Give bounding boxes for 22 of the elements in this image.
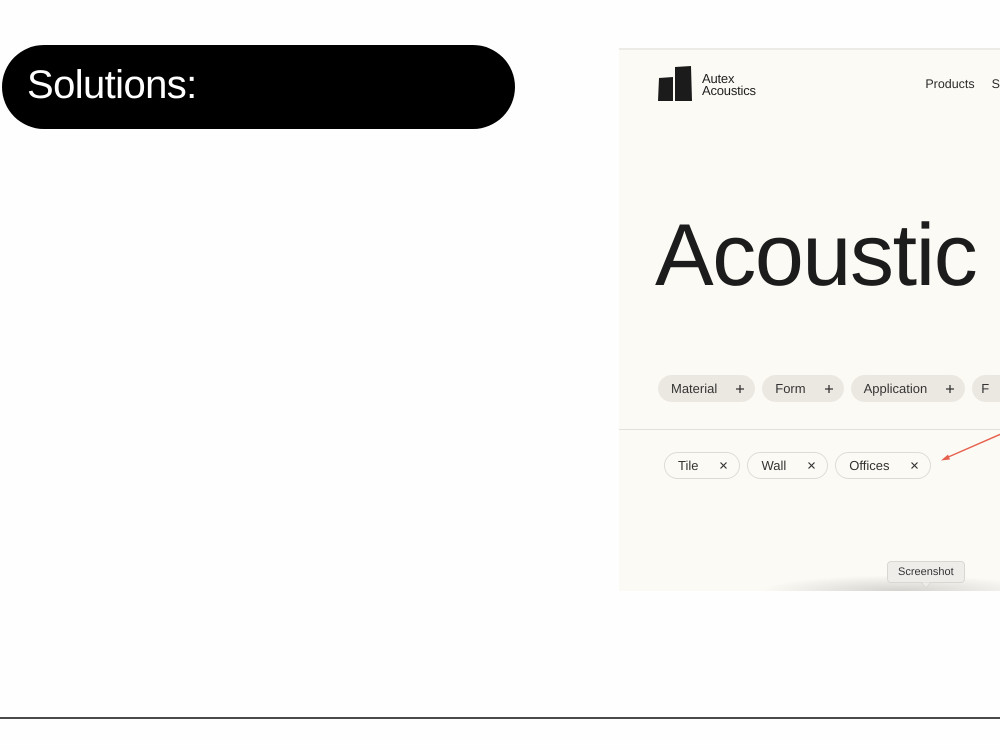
- filter-chip[interactable]: Material: [658, 375, 756, 402]
- brand-name: Autex Acoustics: [702, 70, 756, 96]
- filter-chip[interactable]: Form: [762, 375, 844, 402]
- applied-filter-chip[interactable]: Tile: [664, 452, 740, 479]
- tooltip: Screenshot: [887, 561, 965, 583]
- filter-chip[interactable]: Application: [850, 375, 966, 402]
- close-icon[interactable]: [911, 462, 918, 469]
- tooltip-pointer-icon: [920, 582, 931, 588]
- plus-icon: [736, 384, 744, 392]
- slide-title: Solutions:: [27, 65, 197, 105]
- arrow: [940, 432, 1000, 462]
- applied-filter-chip[interactable]: Wall: [747, 452, 828, 479]
- headline: Acoustic: [655, 211, 978, 299]
- filter-chip[interactable]: F: [972, 375, 1000, 402]
- close-icon[interactable]: [808, 462, 816, 469]
- nav-link[interactable]: Products: [925, 76, 975, 90]
- plus-icon: [946, 384, 954, 392]
- close-icon[interactable]: [720, 462, 728, 469]
- plus-icon: [824, 384, 833, 392]
- nav-link[interactable]: S: [992, 76, 1000, 90]
- logo-icon: [658, 66, 692, 101]
- applied-filter-chip[interactable]: Offices: [835, 452, 932, 479]
